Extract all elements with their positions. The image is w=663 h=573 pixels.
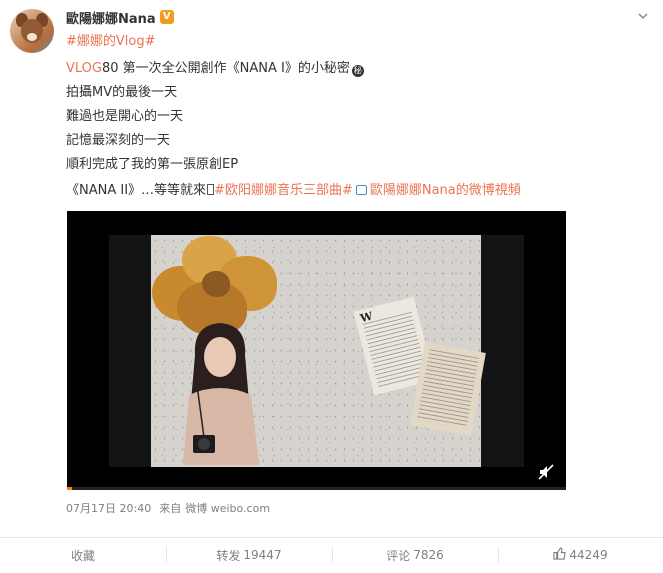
post-line-6: 《NANA II》…等等就來 #欧阳娜娜音乐三部曲# 歐陽娜娜Nana的微博視頻 [66,182,521,200]
action-divider [0,537,663,538]
post-line-5: 順利完成了我的第一張原創EP [66,157,239,172]
post-timestamp[interactable]: 07月17日 20:40 [66,502,151,515]
post-source[interactable]: 微博 weibo.com [185,502,270,515]
post-line-2: 拍攝MV的最後一天 [66,85,178,100]
comment-label: 评论 [386,548,411,563]
topic-line: #娜娜的Vlog# [66,33,156,51]
like-count: 44249 [569,548,608,562]
avatar-snout [27,33,37,41]
collect-button[interactable]: 收藏 [0,546,166,564]
author-name[interactable]: 歐陽娜娜Nana [66,8,156,27]
post-line-6-text: 《NANA II》…等等就來 [66,183,207,198]
box-glyph-icon [207,184,215,195]
video-player[interactable]: W [67,211,566,490]
video-link-owner[interactable]: 歐陽娜娜Nana的微博視頻 [370,183,521,198]
music-trilogy-tag[interactable]: #欧阳娜娜音乐三部曲# [214,183,353,198]
repost-label: 转发 [216,548,241,563]
comment-button[interactable]: 评论 7826 [332,546,498,564]
chevron-down-icon[interactable] [637,10,649,22]
thumbs-up-icon [553,547,567,563]
post-line-4: 記憶最深刻的一天 [66,133,171,148]
post-meta: 07月17日 20:40 来自 微博 weibo.com [66,500,278,516]
vlog-tag: VLOG [66,61,102,76]
like-button[interactable]: 44249 [498,546,663,564]
link-icon [355,185,367,195]
collect-label: 收藏 [70,548,95,563]
newspaper-text-lines [362,311,428,388]
verified-icon: V [159,10,174,24]
petal [202,271,230,297]
post-line-3: 難過也是開心的一天 [66,109,184,124]
mute-icon[interactable] [538,464,554,480]
comment-count: 7826 [413,548,444,562]
girl-figure-image [183,323,259,465]
topic-tag[interactable]: #娜娜的Vlog# [66,34,156,49]
newspaper-text-lines [417,349,479,429]
video-link-text: 歐陽娜娜Nana的微博視頻 [369,183,521,198]
source-prefix: 来自 [159,502,182,515]
author-name-row: 歐陽娜娜Nana V [66,8,174,27]
repost-button[interactable]: 转发 19447 [166,546,332,564]
repost-count: 19447 [243,548,282,562]
title-text: 第一次全公開創作《NANA I》的小秘密 [118,61,350,76]
secret-icon: 秘 [351,65,364,77]
video-progress-fill [67,487,72,490]
vlog-number: 80 [101,61,119,76]
video-progress-bar[interactable] [67,487,566,490]
title-line: VLOG80 第一次全公開創作《NANA I》的小秘密秘 [66,60,364,78]
avatar[interactable] [10,9,54,53]
